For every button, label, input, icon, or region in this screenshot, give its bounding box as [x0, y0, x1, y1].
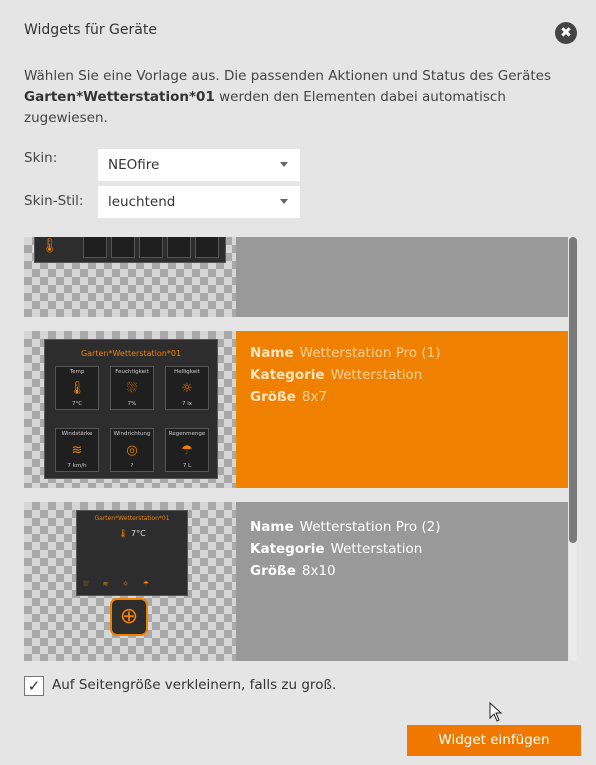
template-preview: Garten*Wetterstation*01 🌡 7°C ⛆≋☼☂ ⊕ [24, 502, 236, 661]
preview-tile: Windrichtung ◎ ? [110, 428, 154, 472]
chevron-down-icon [280, 162, 288, 167]
tile-label: Temp [69, 369, 85, 375]
tile-value: ? [130, 463, 134, 469]
meta-size-row: Größe 8x7 [250, 386, 441, 408]
preview-panel: 🌡 [34, 237, 226, 263]
preview-tile: Regenmenge ☂ 7 L [165, 428, 209, 472]
preview-title: Garten*Wetterstation*01 [80, 349, 182, 358]
tile-value: 7°C [71, 401, 83, 407]
meta-category-row: Kategorie Wetterstation [250, 538, 441, 560]
tile-value: 7% [127, 401, 137, 407]
template-list[interactable]: 🌡 Garten*Wetterstation*01 Temp 🌡 7°C Feu… [24, 237, 568, 661]
insert-widget-button[interactable]: Widget einfügen [407, 725, 581, 756]
template-name: Wetterstation Pro (1) [299, 345, 441, 361]
meta-key: Kategorie [250, 367, 325, 383]
wind-icon: ≋ [71, 443, 83, 458]
device-name: Garten*Wetterstation*01 [24, 89, 215, 105]
meta-key: Größe [250, 389, 296, 405]
meta-key: Größe [250, 563, 296, 579]
skin-value: NEOfire [108, 157, 160, 173]
meta-key: Name [250, 345, 294, 361]
template-category: Wetterstation [330, 541, 423, 557]
humidity-icon: ⛆ [126, 381, 138, 396]
meta-key: Kategorie [250, 541, 325, 557]
preview-tile [83, 237, 107, 258]
widget-dialog: Widgets für Geräte ✖ Wählen Sie eine Vor… [0, 0, 596, 765]
preview-title: Garten*Wetterstation*01 [94, 515, 170, 522]
close-icon[interactable]: ✖ [555, 22, 577, 44]
preview-tile [195, 237, 219, 258]
template-item[interactable]: 🌡 [24, 237, 568, 317]
tile-value: 7 km/h [67, 463, 87, 469]
compass-icon: ⊕ [110, 598, 148, 636]
template-preview: Garten*Wetterstation*01 Temp 🌡 7°C Feuch… [24, 331, 236, 488]
preview-panel: Garten*Wetterstation*01 🌡 7°C ⛆≋☼☂ [76, 510, 188, 596]
mouse-cursor-icon [489, 702, 503, 722]
preview-tile: Feuchtigkeit ⛆ 7% [110, 366, 154, 410]
skin-style-label: Skin-Stil: [24, 193, 84, 209]
template-meta: Name Wetterstation Pro (1) Kategorie Wette… [250, 342, 441, 408]
tile-label: Regenmenge [168, 431, 206, 437]
skin-label: Skin: [24, 150, 58, 166]
description-text-1: Wählen Sie eine Vorlage aus. Die passend… [24, 68, 551, 84]
preview-temp: 🌡 7°C [77, 529, 187, 538]
meta-name-row: Name Wetterstation Pro (1) [250, 342, 441, 364]
tile-label: Windrichtung [113, 431, 151, 437]
preview-tile [167, 237, 191, 258]
compass-icon: ◎ [126, 443, 138, 458]
list-scrollbar[interactable] [569, 237, 577, 661]
dialog-description: Wählen Sie eine Vorlage aus. Die passend… [24, 66, 554, 129]
thermometer-icon: 🌡 [41, 238, 59, 254]
scrollbar-thumb[interactable] [569, 237, 577, 543]
preview-tile: Temp 🌡 7°C [55, 366, 99, 410]
preview-icon-row: ⛆≋☼☂ [83, 580, 164, 588]
template-meta: Name Wetterstation Pro (2) Kategorie Wette… [250, 516, 441, 582]
template-item[interactable]: Garten*Wetterstation*01 🌡 7°C ⛆≋☼☂ ⊕ Nam… [24, 502, 568, 661]
skin-select[interactable]: NEOfire [98, 149, 300, 181]
preview-tile [139, 237, 163, 258]
meta-size-row: Größe 8x10 [250, 560, 441, 582]
template-preview: 🌡 [24, 237, 236, 317]
tile-label: Feuchtigkeit [115, 369, 149, 375]
tile-label: Windstärke [61, 431, 93, 437]
chevron-down-icon [280, 199, 288, 204]
tile-label: Helligkeit [174, 369, 200, 375]
skin-style-select[interactable]: leuchtend [98, 186, 300, 218]
shrink-checkbox[interactable]: ✓ [24, 676, 44, 696]
template-category: Wetterstation [330, 367, 423, 383]
template-name: Wetterstation Pro (2) [299, 519, 441, 535]
tile-value: 7 L [182, 463, 192, 469]
preview-tile: Helligkeit ☼ 7 lx [165, 366, 209, 410]
meta-name-row: Name Wetterstation Pro (2) [250, 516, 441, 538]
thermometer-icon: 🌡 [118, 529, 129, 538]
skin-style-value: leuchtend [108, 194, 176, 210]
sun-icon: ☼ [181, 381, 193, 396]
thermometer-icon: 🌡 [68, 381, 86, 396]
preview-panel: Garten*Wetterstation*01 Temp 🌡 7°C Feuch… [44, 339, 218, 479]
tile-value: 7 lx [181, 401, 193, 407]
meta-category-row: Kategorie Wetterstation [250, 364, 441, 386]
template-size: 8x7 [301, 389, 328, 405]
preview-temp-value: 7°C [131, 529, 146, 538]
preview-tile: Windstärke ≋ 7 km/h [55, 428, 99, 472]
dialog-title: Widgets für Geräte [24, 22, 157, 38]
meta-key: Name [250, 519, 294, 535]
preview-tile [111, 237, 135, 258]
template-item-selected[interactable]: Garten*Wetterstation*01 Temp 🌡 7°C Feuch… [24, 331, 568, 488]
rain-icon: ☂ [181, 443, 193, 458]
shrink-checkbox-label[interactable]: Auf Seitengröße verkleinern, falls zu gr… [52, 677, 336, 693]
template-size: 8x10 [301, 563, 336, 579]
